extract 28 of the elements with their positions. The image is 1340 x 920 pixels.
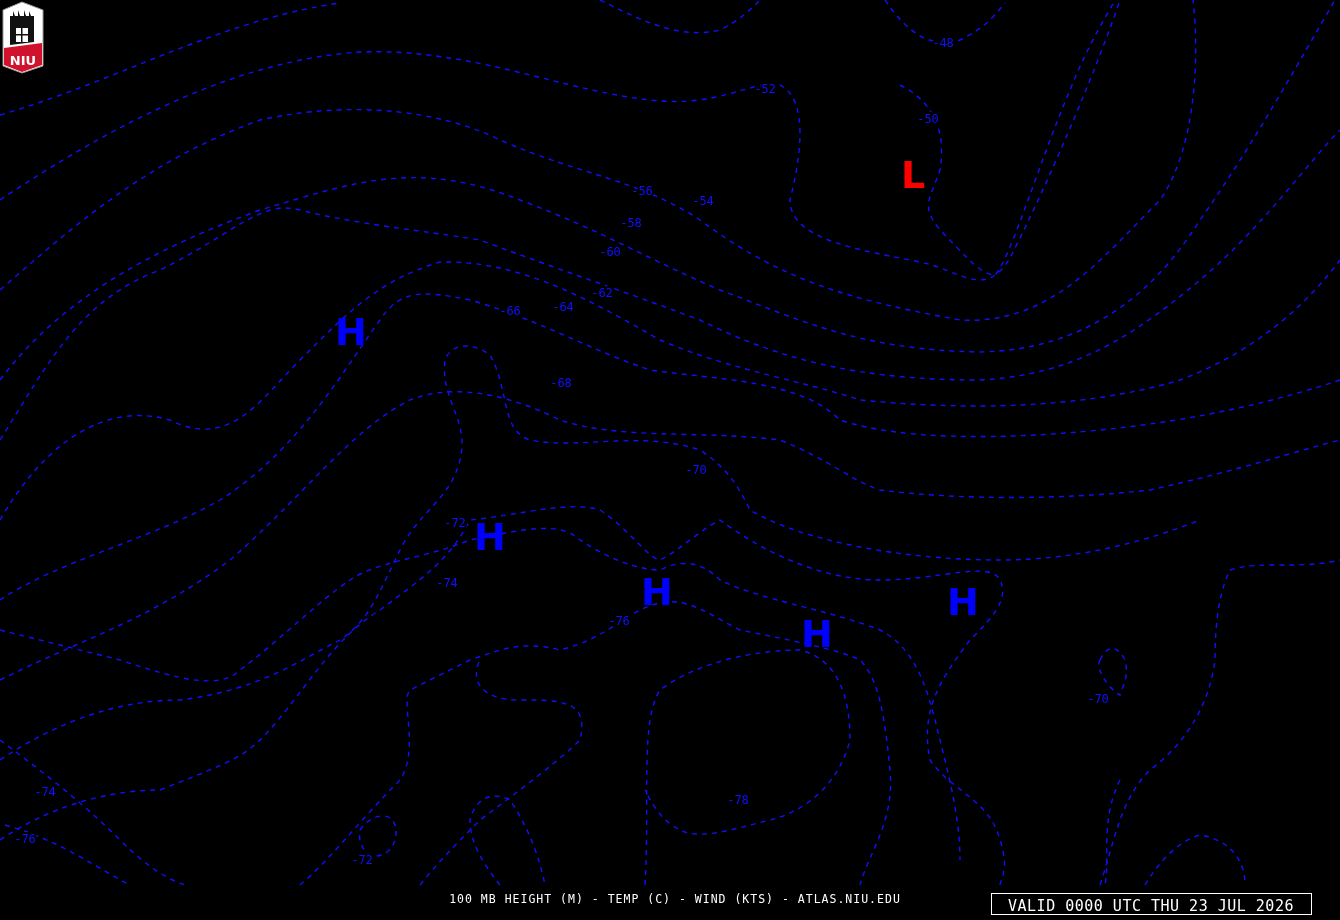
contour-label: -64 — [552, 300, 574, 314]
contour-label: -60 — [599, 245, 621, 259]
contour-label: -72 — [351, 853, 373, 867]
contour-label: -68 — [550, 376, 572, 390]
contour-label: -76 — [608, 614, 630, 628]
contour-label: -52 — [754, 82, 776, 96]
high-pressure-label: H — [474, 515, 506, 559]
contour-label: -54 — [692, 194, 714, 208]
contour-label: -78 — [727, 793, 749, 807]
high-pressure-label: H — [335, 310, 367, 354]
map-caption: 100 MB HEIGHT (M) - TEMP (C) - WIND (KTS) - ATLAS.NIU.EDU — [449, 892, 901, 906]
contour-label: -74 — [34, 785, 56, 799]
contour-label: -56 — [631, 184, 653, 198]
high-pressure-label: H — [801, 612, 833, 656]
high-pressure-label: H — [947, 580, 979, 624]
contour-label: -74 — [436, 576, 458, 590]
low-pressure-label: L — [900, 153, 926, 197]
contour-label: -70 — [685, 463, 707, 477]
contour-label: -70 — [1087, 692, 1109, 706]
valid-time-box: VALID 0000 UTC THU 23 JUL 2026 — [991, 893, 1312, 915]
contour-label: -66 — [499, 304, 521, 318]
high-pressure-label: H — [641, 570, 673, 614]
contour-label: -50 — [917, 112, 939, 126]
logo: NIU — [2, 1, 44, 74]
contour-label: -76 — [14, 832, 36, 846]
contour-label: -58 — [620, 216, 642, 230]
contour-label: -72 — [444, 516, 466, 530]
contour-label: -62 — [591, 286, 613, 300]
